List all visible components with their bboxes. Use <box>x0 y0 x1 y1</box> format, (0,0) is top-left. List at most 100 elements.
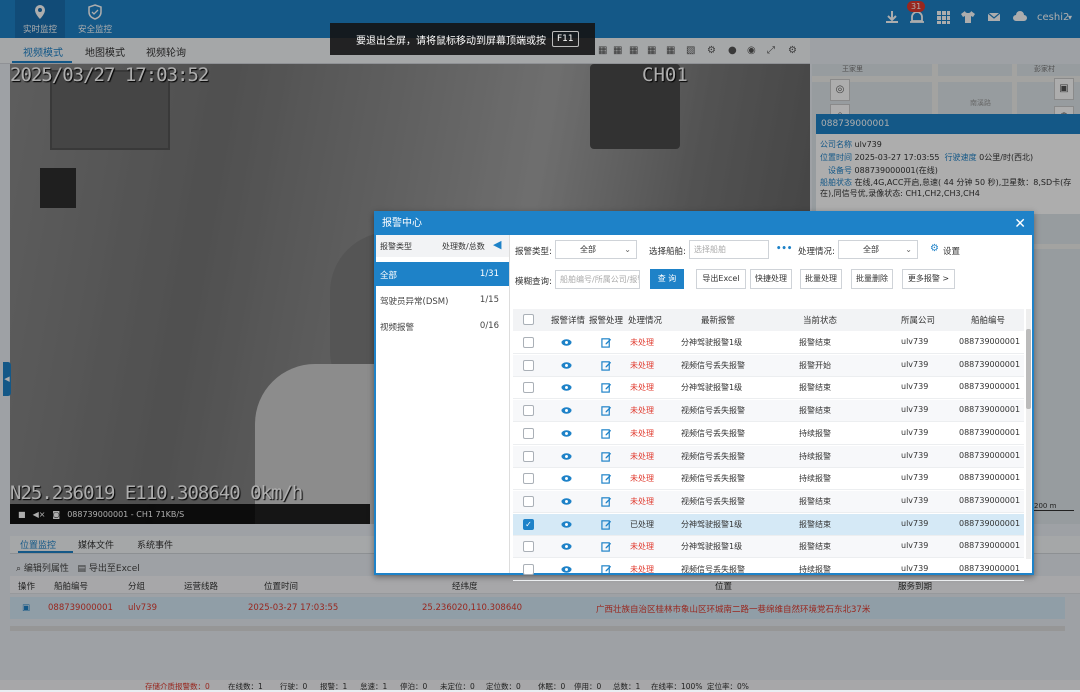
eye-icon[interactable] <box>561 337 572 348</box>
tab-video-mode[interactable]: 视频模式 <box>23 44 63 59</box>
eye-icon[interactable] <box>561 451 572 462</box>
layout-4-icon[interactable]: ▦ <box>613 45 624 56</box>
ship-record-icon[interactable]: ▣ <box>22 603 30 613</box>
alarm-row[interactable]: 未处理 分神驾驶报警1级 报警结束 ulv739 088739000001 <box>513 377 1024 400</box>
more-alarms-button[interactable]: 更多报警 > <box>902 269 955 289</box>
alarm-row[interactable]: 未处理 分神驾驶报警1级 报警结束 ulv739 088739000001 <box>513 332 1024 354</box>
stop-icon[interactable]: ■ <box>18 510 26 519</box>
row-checkbox[interactable] <box>523 337 534 348</box>
row-checkbox[interactable] <box>523 427 534 439</box>
fuzzy-query-input[interactable]: 船舶编号/所属公司/报警 <box>555 270 640 289</box>
batch-delete-button[interactable]: 批量删除 <box>851 269 893 289</box>
alarm-row[interactable]: 未处理 视频信号丢失报警 持续报警 ulv739 088739000001 <box>513 559 1024 581</box>
alarm-row[interactable]: ✓ 已处理 分神驾驶报警1级 报警结束 ulv739 088739000001 <box>513 513 1024 536</box>
query-button[interactable]: 查 询 <box>650 269 684 289</box>
chevron-down-icon[interactable]: ▾ <box>1068 13 1072 22</box>
tab-media-files[interactable]: 媒体文件 <box>78 538 114 551</box>
alarm-type-all[interactable]: 全部 1/31 <box>376 262 509 286</box>
edit-icon[interactable] <box>601 496 612 507</box>
alarm-row[interactable]: 未处理 分神驾驶报警1级 报警结束 ulv739 088739000001 <box>513 536 1024 559</box>
edit-icon[interactable] <box>601 360 612 371</box>
layout-6-icon[interactable]: ▦ <box>629 45 640 56</box>
eye-icon[interactable] <box>561 519 572 530</box>
row-checkbox[interactable] <box>523 495 534 507</box>
mute-icon[interactable]: ◀× <box>33 510 46 519</box>
edit-icon[interactable] <box>601 382 612 394</box>
row-checkbox[interactable] <box>523 564 534 575</box>
mail-icon[interactable] <box>985 8 1003 26</box>
nav-realtime-monitor[interactable]: 实时监控 <box>15 0 65 38</box>
row-checkbox[interactable] <box>523 382 534 394</box>
edit-icon[interactable] <box>601 428 612 439</box>
eye-icon[interactable] <box>561 360 572 371</box>
edit-icon[interactable] <box>601 337 612 348</box>
row-checkbox[interactable] <box>523 359 534 371</box>
handle-status-select[interactable]: 全部 ⌄ <box>838 240 918 259</box>
eye-icon[interactable] <box>561 382 572 393</box>
eye-icon[interactable] <box>561 473 572 484</box>
select-ship-input[interactable]: 选择船舶 <box>689 240 769 259</box>
alarm-type-video[interactable]: 视频报警 0/16 <box>376 314 509 338</box>
export-excel-button[interactable]: 导出Excel <box>696 269 746 289</box>
edit-icon[interactable] <box>601 519 612 530</box>
tab-system-events[interactable]: 系统事件 <box>137 538 173 551</box>
map-traffic-icon[interactable]: ▣ <box>1054 78 1074 100</box>
eye-icon[interactable] <box>561 496 572 507</box>
download-icon[interactable] <box>883 8 901 26</box>
eye-icon[interactable] <box>561 541 572 552</box>
edit-columns-button[interactable]: 编辑列属性 <box>24 564 69 574</box>
cloud-icon[interactable] <box>1011 8 1029 26</box>
map-locate-icon[interactable]: ◎ <box>830 79 850 101</box>
grid-icon[interactable] <box>934 8 952 26</box>
record-icon[interactable]: ◉ <box>747 45 758 56</box>
eye-icon[interactable] <box>561 405 572 416</box>
alarm-row[interactable]: 未处理 视频信号丢失报警 持续报警 ulv739 088739000001 <box>513 468 1024 491</box>
row-checkbox[interactable]: ✓ <box>523 518 534 530</box>
alarm-type-select[interactable]: 全部 ⌄ <box>555 240 637 259</box>
table-row[interactable]: ▣ 088739000001 ulv739 2025-03-27 17:03:5… <box>10 597 1065 619</box>
fullscreen-icon[interactable]: ⤢ <box>767 45 778 56</box>
alarm-row[interactable]: 未处理 视频信号丢失报警 报警结束 ulv739 088739000001 <box>513 400 1024 423</box>
config-gear-icon[interactable]: ⚙ <box>788 45 799 56</box>
horizontal-scrollbar[interactable] <box>10 626 1065 631</box>
eye-icon[interactable] <box>561 564 572 575</box>
alarm-row[interactable]: 未处理 视频信号丢失报警 持续报警 ulv739 088739000001 <box>513 423 1024 445</box>
alarm-row[interactable]: 未处理 视频信号丢失报警 持续报警 ulv739 088739000001 <box>513 445 1024 468</box>
edit-icon[interactable] <box>601 451 612 462</box>
camera-icon[interactable]: ◙ <box>52 510 60 519</box>
more-dots-icon[interactable]: ••• <box>776 244 792 254</box>
edit-icon[interactable] <box>601 564 612 575</box>
batch-handle-button[interactable]: 批量处理 <box>800 269 842 289</box>
close-icon[interactable]: ✕ <box>1014 213 1026 235</box>
layout-9-icon[interactable]: ▦ <box>647 45 658 56</box>
scroll-thumb[interactable] <box>1026 329 1031 409</box>
tab-position-monitor[interactable]: 位置监控 <box>20 538 56 551</box>
collapse-handle[interactable]: ◀ <box>3 362 11 396</box>
settings-gear-icon[interactable]: ⚙ <box>707 45 718 56</box>
settings-button[interactable]: 设置 <box>943 245 960 257</box>
play-icon[interactable]: ● <box>728 45 739 56</box>
row-checkbox[interactable] <box>523 541 534 553</box>
collapse-arrow-icon[interactable]: ◀ <box>493 238 501 251</box>
shirt-icon[interactable] <box>959 8 977 26</box>
user-name[interactable]: ceshi2 <box>1037 12 1069 23</box>
tab-map-mode[interactable]: 地图模式 <box>85 44 125 59</box>
layout-1-icon[interactable]: ▦ <box>598 45 609 56</box>
layout-16-icon[interactable]: ▧ <box>686 45 697 56</box>
vertical-scrollbar[interactable] <box>1026 309 1031 559</box>
nav-safety-monitor[interactable]: 安全监控 <box>70 0 120 38</box>
select-all-checkbox[interactable] <box>523 314 534 325</box>
row-checkbox[interactable] <box>523 450 534 462</box>
layout-12-icon[interactable]: ▦ <box>666 45 677 56</box>
eye-icon[interactable] <box>561 428 572 439</box>
alarm-row[interactable]: 未处理 视频信号丢失报警 报警开始 ulv739 088739000001 <box>513 354 1024 377</box>
row-checkbox[interactable] <box>523 473 534 485</box>
quick-handle-button[interactable]: 快捷处理 <box>750 269 792 289</box>
alarm-row[interactable]: 未处理 视频信号丢失报警 报警结束 ulv739 088739000001 <box>513 490 1024 513</box>
tab-video-carousel[interactable]: 视频轮询 <box>146 44 186 59</box>
alarm-type-dsm[interactable]: 驾驶员异常(DSM) 1/15 <box>376 288 509 312</box>
export-excel-button[interactable]: 导出至Excel <box>89 564 140 574</box>
edit-icon[interactable] <box>601 405 612 416</box>
edit-icon[interactable] <box>601 541 612 552</box>
edit-icon[interactable] <box>601 473 612 484</box>
